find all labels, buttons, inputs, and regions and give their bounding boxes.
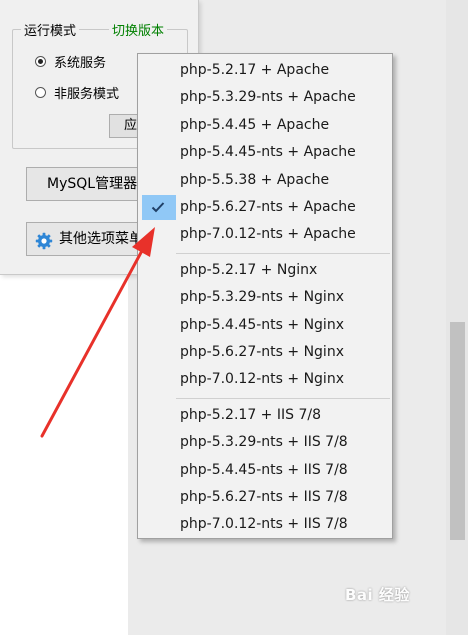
menu-item-php-version[interactable]: php-5.2.17 + Nginx: [140, 257, 390, 284]
php-version-menu: php-5.2.17 + Apache php-5.3.29-nts + Apac…: [137, 53, 393, 539]
radio-button[interactable]: [35, 87, 46, 98]
menu-item-php-version[interactable]: php-5.5.38 + Apache: [140, 167, 390, 194]
menu-item-label: php-5.2.17 + Nginx: [180, 261, 318, 278]
run-mode-legend: 运行模式: [21, 20, 80, 39]
mysql-manager-label: MySQL管理器: [47, 176, 138, 192]
menu-item-label: php-5.5.38 + Apache: [180, 171, 330, 188]
scrollbar-thumb[interactable]: [450, 322, 465, 540]
menu-item-php-version[interactable]: php-5.6.27-nts + Apache: [140, 194, 390, 221]
menu-item-label: php-5.4.45 + Apache: [180, 116, 330, 133]
checkmark-icon: [142, 195, 176, 220]
menu-item-php-version[interactable]: php-5.6.27-nts + Nginx: [140, 339, 390, 366]
menu-item-php-version[interactable]: php-5.3.29-nts + IIS 7/8: [140, 429, 390, 456]
menu-item-php-version[interactable]: php-7.0.12-nts + Apache: [140, 221, 390, 248]
menu-item-label: php-7.0.12-nts + IIS 7/8: [180, 516, 348, 533]
menu-item-php-version[interactable]: php-5.4.45-nts + IIS 7/8: [140, 457, 390, 484]
menu-item-label: php-7.0.12-nts + Nginx: [180, 371, 344, 388]
radio-non-service-mode[interactable]: 非服务模式: [35, 83, 119, 102]
menu-item-label: php-5.6.27-nts + Apache: [180, 199, 356, 215]
switch-version-link[interactable]: 切换版本: [109, 20, 168, 39]
radio-system-service[interactable]: 系统服务: [35, 52, 106, 71]
watermark-logo: Bai 经验: [345, 586, 410, 604]
radio-label: 非服务模式: [54, 87, 120, 102]
menu-item-php-version[interactable]: php-5.4.45-nts + Nginx: [140, 312, 390, 339]
radio-label: 系统服务: [54, 56, 107, 71]
menu-item-label: php-7.0.12-nts + Apache: [180, 226, 356, 243]
menu-item-php-version[interactable]: php-5.2.17 + Apache: [140, 57, 390, 84]
menu-item-label: php-5.6.27-nts + IIS 7/8: [180, 489, 348, 505]
menu-separator: [176, 397, 390, 399]
gear-icon: [35, 230, 53, 250]
other-options-label: 其他选项菜单: [59, 231, 143, 247]
menu-item-php-version[interactable]: php-5.2.17 + IIS 7/8: [140, 402, 390, 429]
menu-item-php-version[interactable]: php-5.3.29-nts + Nginx: [140, 284, 390, 311]
menu-separator: [176, 252, 390, 254]
menu-item-label: php-5.2.17 + Apache: [180, 62, 330, 78]
menu-item-php-version[interactable]: php-7.0.12-nts + Nginx: [140, 366, 390, 393]
menu-item-php-version[interactable]: php-5.3.29-nts + Apache: [140, 84, 390, 111]
radio-button-checked[interactable]: [35, 56, 46, 67]
menu-item-label: php-5.3.29-nts + Apache: [180, 89, 356, 106]
menu-item-label: php-5.3.29-nts + Nginx: [180, 289, 344, 306]
menu-item-label: php-5.4.45-nts + Apache: [180, 144, 356, 161]
menu-item-php-version[interactable]: php-7.0.12-nts + IIS 7/8: [140, 511, 390, 538]
menu-item-label: php-5.6.27-nts + Nginx: [180, 344, 344, 360]
menu-item-label: php-5.4.45-nts + IIS 7/8: [180, 461, 348, 478]
menu-item-label: php-5.2.17 + IIS 7/8: [180, 406, 321, 423]
menu-item-php-version[interactable]: php-5.6.27-nts + IIS 7/8: [140, 484, 390, 511]
menu-item-label: php-5.3.29-nts + IIS 7/8: [180, 434, 348, 451]
menu-item-php-version[interactable]: php-5.4.45 + Apache: [140, 112, 390, 139]
menu-item-label: php-5.4.45-nts + Nginx: [180, 316, 344, 333]
menu-item-php-version[interactable]: php-5.4.45-nts + Apache: [140, 139, 390, 166]
